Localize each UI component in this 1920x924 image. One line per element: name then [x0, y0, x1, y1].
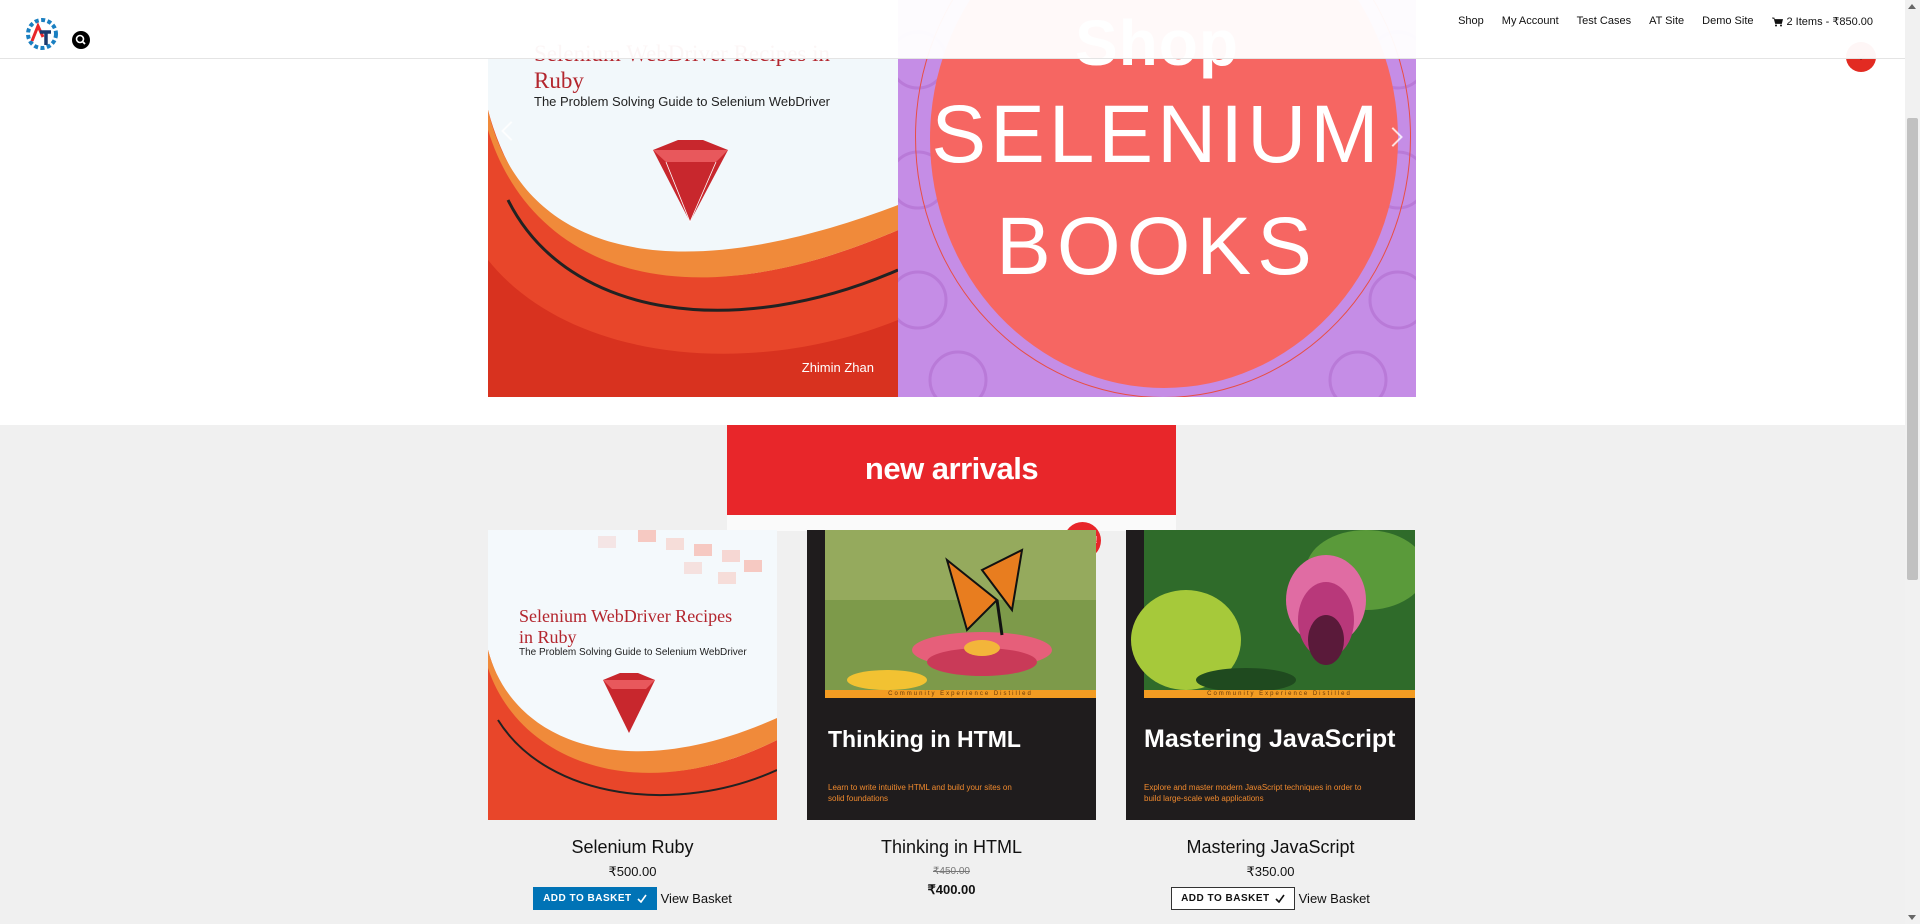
product-grid: Selenium WebDriver Recipes in Ruby The P…: [488, 530, 1416, 924]
product-price: ₹350.00: [1246, 864, 1295, 879]
section-title-tab: [727, 515, 1176, 531]
product-card: Community Experience Distilled Thinking …: [807, 530, 1096, 898]
product-image[interactable]: Community Experience Distilled Mastering…: [1126, 530, 1415, 820]
site-header: Shop My Account Test Cases AT Site Demo …: [0, 0, 1905, 59]
scroll-up-arrow-icon[interactable]: [1908, 4, 1916, 9]
check-icon: [1275, 894, 1285, 903]
add-to-basket-label: ADD TO BASKET: [543, 893, 632, 904]
check-icon: [637, 894, 647, 903]
cover-band: Community Experience Distilled: [1144, 690, 1415, 698]
nav-test-cases[interactable]: Test Cases: [1577, 15, 1631, 28]
scroll-thumb[interactable]: [1907, 118, 1918, 580]
product-name[interactable]: Mastering JavaScript: [1126, 837, 1415, 858]
lotus-cover-art: [1131, 530, 1415, 692]
ruby-cover-art: [488, 530, 777, 820]
add-to-basket-button[interactable]: ADD TO BASKET: [1171, 887, 1295, 910]
nav-shop[interactable]: Shop: [1458, 15, 1484, 28]
product-price: ₹400.00: [927, 882, 976, 897]
slide-book-cover[interactable]: Selenium WebDriver Recipes in Ruby The P…: [488, 0, 898, 397]
view-basket-link[interactable]: View Basket: [661, 891, 732, 906]
cover-title: Selenium WebDriver Recipes in Ruby: [519, 606, 733, 647]
section-title: new arrivals: [864, 451, 1039, 486]
cover-subtitle: The Problem Solving Guide to Selenium We…: [519, 647, 747, 658]
product-price: ₹500.00: [608, 864, 657, 879]
nav-at-site[interactable]: AT Site: [1649, 15, 1684, 28]
cover-description: Learn to write intuitive HTML and build …: [828, 783, 1012, 803]
product-old-price: ₹450.00: [933, 866, 970, 877]
main-nav: Shop My Account Test Cases AT Site Demo …: [1458, 15, 1873, 28]
search-icon: [75, 34, 86, 45]
add-to-basket-button[interactable]: ADD TO BASKET: [533, 887, 657, 910]
scroll-down-arrow-icon[interactable]: [1908, 915, 1916, 920]
search-button[interactable]: [72, 31, 90, 49]
view-basket-link[interactable]: View Basket: [1299, 891, 1370, 906]
cover-band: Community Experience Distilled: [825, 690, 1096, 698]
cover-title: Mastering JavaScript: [1144, 725, 1396, 753]
cart-icon: [1771, 17, 1783, 26]
section-title-box: new arrivals: [727, 425, 1176, 515]
product-actions: ADD TO BASKET View Basket: [488, 887, 777, 910]
page-scrollbar[interactable]: [1905, 0, 1920, 924]
product-card: Community Experience Distilled Mastering…: [1126, 530, 1415, 910]
product-image[interactable]: Selenium WebDriver Recipes in Ruby The P…: [488, 530, 777, 820]
product-card: Selenium WebDriver Recipes in Ruby The P…: [488, 530, 777, 910]
site-logo[interactable]: [22, 14, 62, 54]
product-image[interactable]: Community Experience Distilled Thinking …: [807, 530, 1096, 820]
slide-book-author: Zhimin Zhan: [801, 360, 874, 375]
product-name[interactable]: Selenium Ruby: [488, 837, 777, 858]
cover-description: Explore and master modern JavaScript tec…: [1144, 783, 1362, 803]
butterfly-cover-art: [825, 530, 1096, 690]
product-actions: ADD TO BASKET View Basket: [1126, 887, 1415, 910]
basket-summary: 2 Items - ₹850.00: [1786, 16, 1874, 28]
product-name[interactable]: Thinking in HTML: [807, 837, 1096, 858]
hero-slider: Selenium WebDriver Recipes in Ruby The P…: [488, 0, 1416, 397]
add-to-basket-label: ADD TO BASKET: [1181, 893, 1270, 904]
nav-my-account[interactable]: My Account: [1502, 15, 1559, 28]
promo-selenium-text: SELENIUM: [931, 89, 1383, 180]
promo-books-text: BOOKS: [996, 201, 1318, 292]
cover-title: Thinking in HTML: [828, 726, 1021, 752]
nav-demo-site[interactable]: Demo Site: [1702, 15, 1753, 28]
basket-link[interactable]: 2 Items - ₹850.00: [1771, 15, 1874, 28]
slide-book-subtitle: The Problem Solving Guide to Selenium We…: [534, 94, 831, 109]
slide-promo-banner[interactable]: Shop SELENIUM BOOKS: [898, 0, 1416, 397]
